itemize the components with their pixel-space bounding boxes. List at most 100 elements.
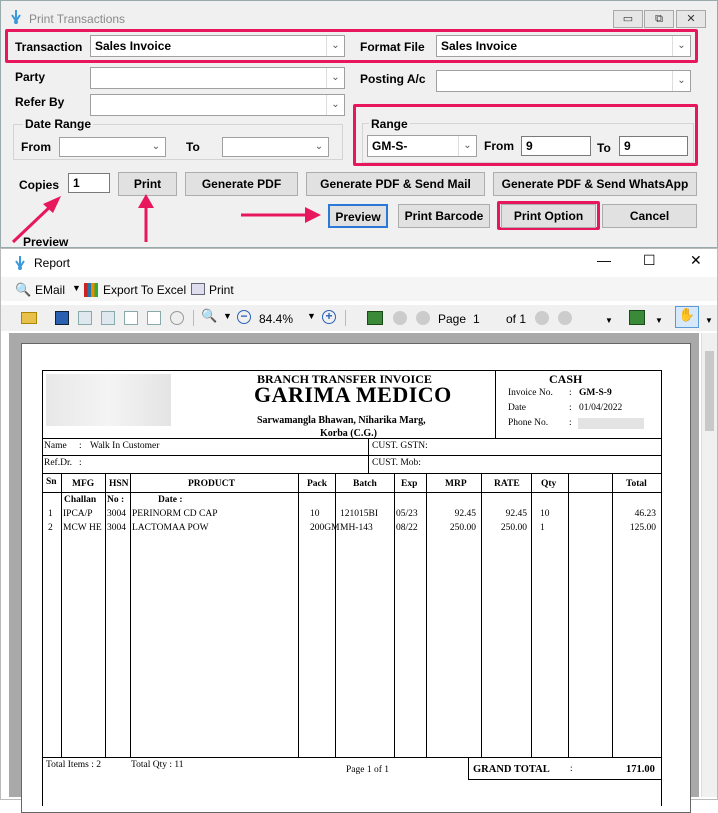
date-to-picker[interactable]: ⌄: [222, 137, 329, 157]
excel-icon: [84, 283, 98, 297]
col-mrp: MRP: [445, 479, 467, 489]
dropdown-arrow-icon[interactable]: ▼: [223, 311, 232, 321]
total-qty: Total Qty : 11: [131, 760, 184, 770]
separator: [345, 310, 346, 326]
dropdown-arrow-icon[interactable]: ▼: [655, 316, 663, 325]
page-input[interactable]: 1: [473, 312, 499, 326]
total-items: Total Items : 2: [46, 760, 102, 770]
zoom-in-search-icon[interactable]: 🔍: [201, 308, 217, 324]
prev-page-icon[interactable]: [416, 311, 430, 325]
phone-redacted: [578, 418, 644, 429]
invoice-no-value: GM-S-9: [579, 388, 612, 398]
item-cell-product: LACTOMAA POW: [132, 523, 209, 533]
transaction-value: Sales Invoice: [95, 39, 172, 53]
item-cell-mfg: MCW HE: [63, 523, 102, 533]
dropdown-arrow-icon[interactable]: ▼: [307, 311, 316, 321]
close-button[interactable]: ✕: [690, 252, 702, 269]
format-file-value: Sales Invoice: [441, 39, 518, 53]
print-menu[interactable]: Print: [209, 283, 234, 297]
cancel-button[interactable]: Cancel: [602, 204, 697, 228]
range-to-input[interactable]: 9: [619, 136, 688, 156]
minimize-button[interactable]: ▭: [613, 10, 643, 28]
email-icon: 🔍: [15, 282, 32, 297]
item-cell-total: 125.00: [629, 523, 656, 533]
item-cell-product: PERINORM CD CAP: [132, 509, 218, 519]
grand-total-value: 171.00: [626, 764, 655, 775]
transaction-select[interactable]: Sales Invoice ⌄: [90, 35, 345, 57]
range-series-select[interactable]: GM-S- ⌄: [367, 135, 477, 157]
item-cell-batch: MH-143: [340, 523, 373, 533]
last-page-icon[interactable]: [558, 311, 572, 325]
name-value: Walk In Customer: [90, 441, 160, 451]
preview-area[interactable]: BRANCH TRANSFER INVOICE GARIMA MEDICO Sa…: [9, 333, 699, 813]
col-sn: Sn: [46, 477, 57, 487]
document-icon[interactable]: [124, 311, 138, 325]
item-cell-mfg: IPCA/P: [63, 509, 93, 519]
page-setup-icon[interactable]: [101, 311, 115, 325]
copy-icon[interactable]: [78, 311, 92, 325]
refer-by-select[interactable]: ⌄: [90, 94, 345, 116]
dropdown-arrow-icon[interactable]: ▼: [605, 316, 613, 325]
page-view-icon[interactable]: [629, 310, 645, 325]
dropdown-arrow-icon[interactable]: ▼: [705, 316, 713, 325]
col-mfg: MFG: [72, 479, 95, 489]
first-page-icon[interactable]: [393, 311, 407, 325]
report-window: Report — ☐ ✕ 🔍 EMail ▼ Export To Excel P…: [0, 248, 718, 813]
save-icon[interactable]: [55, 311, 69, 325]
generate-pdf-mail-button[interactable]: Generate PDF & Send Mail: [306, 172, 485, 196]
party-label: Party: [15, 70, 46, 84]
range-from-input[interactable]: 9: [521, 136, 591, 156]
item-cell-batch: 121015BI: [340, 509, 378, 519]
dropdown-arrow-icon[interactable]: ▼: [72, 283, 81, 293]
generate-pdf-whatsapp-button[interactable]: Generate PDF & Send WhatsApp: [493, 172, 697, 196]
email-menu[interactable]: EMail: [35, 283, 65, 297]
range-to-label: To: [597, 141, 611, 155]
date-from-picker[interactable]: ⌄: [59, 137, 166, 157]
item-cell-exp: 05/23: [396, 509, 418, 519]
date-to-label: To: [186, 140, 200, 154]
format-file-select[interactable]: Sales Invoice ⌄: [436, 35, 691, 57]
page-label: Page: [438, 312, 467, 326]
item-cell-qty: 1: [540, 523, 545, 533]
party-select[interactable]: ⌄: [90, 67, 345, 89]
hand-tool-icon[interactable]: ✋: [675, 306, 699, 328]
date-label: Date: [508, 403, 526, 413]
maximize-button[interactable]: ⧉: [644, 10, 674, 28]
open-icon[interactable]: [21, 312, 37, 324]
col-hsn: HSN: [109, 479, 129, 489]
chevron-down-icon: ⌄: [314, 141, 324, 152]
print-barcode-button[interactable]: Print Barcode: [398, 204, 490, 228]
zoom-level[interactable]: 84.4%: [259, 312, 293, 326]
next-page-icon[interactable]: [535, 311, 549, 325]
export-excel-menu[interactable]: Export To Excel: [103, 283, 186, 297]
thumbnails-icon[interactable]: [367, 311, 383, 325]
preview-button[interactable]: Preview: [328, 204, 388, 228]
scrollbar-thumb[interactable]: [705, 351, 714, 431]
col-qty: Qty: [541, 479, 557, 489]
date-from-label: From: [21, 140, 51, 154]
item-cell-pack: 10: [310, 509, 320, 519]
zoom-out-icon[interactable]: −: [237, 310, 251, 324]
challan-no-label: No :: [107, 495, 125, 505]
export-icon[interactable]: [147, 311, 161, 325]
maximize-button[interactable]: ☐: [643, 252, 656, 269]
invoice-page: BRANCH TRANSFER INVOICE GARIMA MEDICO Sa…: [21, 343, 691, 813]
chevron-down-icon: ⌄: [151, 141, 161, 152]
posting-select[interactable]: ⌄: [436, 70, 691, 92]
company-logo: [46, 374, 171, 426]
minimize-button[interactable]: —: [597, 252, 611, 268]
zoom-in-icon[interactable]: +: [322, 310, 336, 324]
separator: [193, 310, 194, 326]
range-series-value: GM-S-: [372, 139, 408, 153]
col-exp: Exp: [401, 479, 418, 489]
vertical-scrollbar[interactable]: [701, 333, 717, 797]
challan-date-label: Date :: [158, 495, 183, 505]
stop-icon[interactable]: [170, 311, 184, 325]
name-label: Name: [44, 441, 67, 451]
chevron-down-icon: ⌄: [326, 36, 344, 56]
close-button[interactable]: ✕: [676, 10, 706, 28]
chevron-down-icon: ⌄: [672, 36, 690, 56]
mob-label: CUST. Mob:: [372, 458, 421, 468]
item-cell-exp: 08/22: [396, 523, 418, 533]
print-option-button[interactable]: Print Option: [501, 204, 596, 228]
